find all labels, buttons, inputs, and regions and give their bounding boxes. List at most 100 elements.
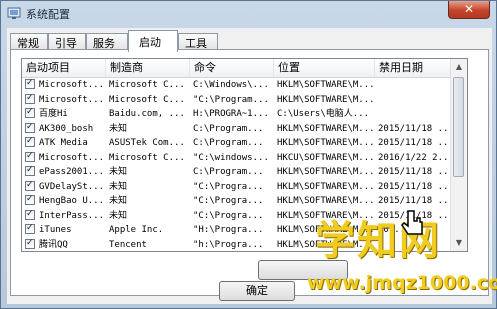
- cell-date: [375, 107, 452, 121]
- cell-date: [375, 93, 452, 107]
- cell-item: 腾讯QQ: [39, 239, 68, 250]
- table-row[interactable]: ✓ Microsoft... Microsoft C... C:\Windows\..…: [22, 78, 452, 92]
- table-row[interactable]: ✓ Microsoft... Microsoft C... "C:\windows..…: [22, 151, 452, 165]
- list-header: 启动项目 制造商 命令 位置 禁用日期: [22, 59, 452, 78]
- cell-maker: ASUSTek Com...: [109, 138, 185, 148]
- row-checkbox[interactable]: ✓: [25, 208, 35, 220]
- cell-location: HKLM\SOFTWARE\M...: [277, 123, 375, 134]
- row-checkbox[interactable]: ✓: [25, 93, 35, 104]
- cell-item: InterPass...: [39, 210, 105, 221]
- row-checkbox[interactable]: ✓: [25, 78, 35, 89]
- cell-maker: Tencent: [109, 239, 147, 250]
- cell-command: "C:\windows...: [193, 152, 269, 163]
- row-checkbox[interactable]: ✓: [25, 136, 35, 147]
- cell-maker: Apple Inc.: [109, 225, 164, 235]
- cell-command: C:\Program...: [193, 123, 264, 134]
- checkmark-icon: ✓: [26, 150, 34, 161]
- watermark-url: www.jmqz1000.com: [307, 272, 497, 294]
- cell-item: ePass2001...: [39, 167, 105, 177]
- column-header-manufacturer[interactable]: 制造商: [106, 59, 190, 77]
- cell-command: C:\Windows\...: [193, 80, 269, 90]
- table-row[interactable]: ✓ Microsoft... Microsoft C... "C:\Program..…: [22, 93, 452, 107]
- close-icon: ✕: [463, 2, 475, 16]
- watermark: 学知网 www.jmqz1000.com: [301, 206, 497, 306]
- system-config-icon: [7, 7, 21, 19]
- cell-command: "C:\Program...: [193, 94, 269, 105]
- cell-date: 2015/11/18 ...: [378, 167, 452, 177]
- cell-command: "h:\Progra...: [193, 239, 264, 250]
- row-checkbox[interactable]: ✓: [25, 150, 35, 162]
- checkmark-icon: ✓: [26, 78, 34, 88]
- row-checkbox[interactable]: ✓: [25, 223, 35, 234]
- cell-location: C:\Users\电脑人...: [277, 109, 370, 119]
- close-button[interactable]: ✕: [448, 1, 490, 19]
- tab-general[interactable]: 常规: [10, 33, 48, 50]
- window-title: 系统配置: [26, 8, 70, 21]
- table-row[interactable]: ✓ ePass2001... 未知 C:\Program... HKLM\SOFTWAR…: [22, 165, 452, 179]
- cell-command: C:\Program...: [193, 138, 264, 148]
- cell-maker: 未知: [109, 181, 128, 192]
- cell-item: GVDelaySt...: [39, 181, 105, 192]
- mouse-pointer-icon: [401, 210, 423, 235]
- column-header-startup-item[interactable]: 启动项目: [22, 59, 106, 77]
- column-header-location[interactable]: 位置: [274, 59, 375, 77]
- column-header-date-disabled[interactable]: 禁用日期: [375, 59, 452, 77]
- cell-date: 2015/11/18 ...: [378, 123, 452, 134]
- cell-location: HKLM\SOFTWARE\M...: [277, 138, 375, 148]
- row-checkbox[interactable]: ✓: [25, 121, 35, 133]
- cell-maker: Microsoft C...: [109, 80, 185, 90]
- row-checkbox[interactable]: ✓: [25, 194, 35, 205]
- cell-item: Microsoft...: [39, 152, 105, 163]
- row-checkbox[interactable]: ✓: [25, 107, 35, 118]
- cell-location: HKLM\SOFTWARE\M...: [277, 94, 375, 105]
- checkmark-icon: ✓: [26, 179, 34, 190]
- ok-button[interactable]: 确定: [219, 281, 295, 301]
- cell-item: iTunes: [39, 225, 72, 235]
- cell-command: "C:\Progra...: [193, 196, 264, 206]
- tab-boot[interactable]: 引导: [48, 33, 86, 50]
- table-row[interactable]: ✓ 百度Hi Baidu.com, ... H:\PROGRA~1... C:\User…: [22, 107, 452, 121]
- cell-maker: 未知: [109, 167, 128, 177]
- cell-date: 2016/1/22 2...: [378, 152, 452, 163]
- table-row[interactable]: ✓ AK300_bosh 未知 C:\Program... HKLM\SOFTWARE\…: [22, 122, 452, 136]
- cell-item: Microsoft...: [39, 80, 105, 90]
- cell-maker: 未知: [109, 123, 128, 134]
- checkmark-icon: ✓: [26, 165, 34, 175]
- cell-item: AK300_bosh: [39, 123, 94, 134]
- table-row[interactable]: ✓ ATK Media ASUSTek Com... C:\Program... HKL…: [22, 136, 452, 150]
- checkmark-icon: ✓: [26, 208, 34, 219]
- cell-location: HKLM\SOFTWARE\M...: [277, 167, 375, 177]
- cell-location: HKLM\SOFTWARE\M...: [277, 181, 375, 192]
- cell-command: "C:\Progra...: [193, 210, 264, 221]
- tab-tools[interactable]: 工具: [178, 33, 218, 50]
- checkmark-icon: ✓: [26, 194, 34, 204]
- row-checkbox[interactable]: ✓: [25, 179, 35, 191]
- tab-services[interactable]: 服务: [86, 33, 128, 50]
- title-bar[interactable]: 系统配置 ✕: [1, 1, 496, 25]
- cell-maker: Baidu.com, ...: [109, 109, 185, 119]
- cell-command: "C:\Progra...: [193, 181, 264, 192]
- cell-command: H:\PROGRA~1...: [193, 109, 269, 119]
- cell-maker: 未知: [109, 210, 128, 221]
- checkmark-icon: ✓: [26, 136, 34, 146]
- column-header-command[interactable]: 命令: [190, 59, 274, 77]
- cell-date: 2015/11/18 ...: [378, 181, 452, 192]
- row-checkbox[interactable]: ✓: [25, 165, 35, 176]
- checkmark-icon: ✓: [26, 223, 34, 233]
- row-checkbox[interactable]: ✓: [25, 237, 35, 249]
- system-config-window: 系统配置 ✕ 常规 引导 服务 启动 工具 启动项目 制造商 命令 位置 禁用日…: [0, 0, 497, 309]
- cell-location: HKLM\SOFTWARE\M...: [277, 80, 375, 90]
- tab-startup[interactable]: 启动: [128, 30, 178, 52]
- cell-location: HKCU\SOFTWARE\M...: [277, 152, 375, 163]
- cell-maker: Microsoft C...: [109, 94, 185, 105]
- scroll-up-icon[interactable]: ▲: [451, 59, 467, 75]
- checkmark-icon: ✓: [26, 237, 34, 248]
- cell-item: Microsoft...: [39, 94, 105, 105]
- checkmark-icon: ✓: [26, 121, 34, 132]
- cell-maker: 未知: [109, 196, 128, 206]
- cell-date: 2015/11/18 ...: [378, 138, 452, 148]
- table-row[interactable]: ✓ GVDelaySt... 未知 "C:\Progra... HKLM\SOFTWAR…: [22, 180, 452, 194]
- cell-command: C:\Program...: [193, 167, 264, 177]
- tab-label: 启动: [139, 36, 161, 49]
- scroll-thumb[interactable]: [453, 77, 464, 177]
